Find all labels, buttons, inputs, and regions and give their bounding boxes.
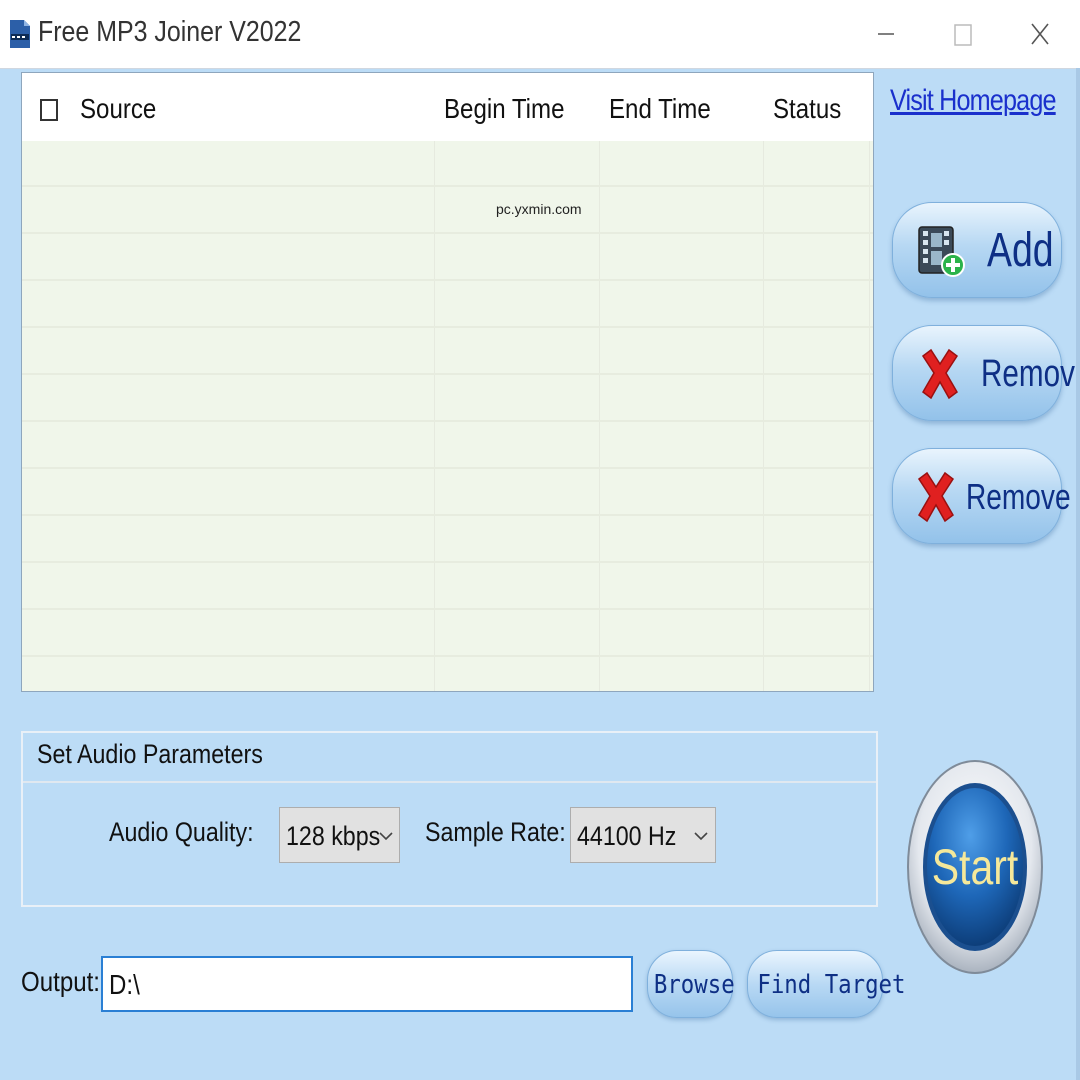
minimize-icon[interactable] [866,14,906,54]
row-line [22,185,873,187]
row-line [22,467,873,469]
column-header-end-time[interactable]: End Time [609,73,711,141]
remove-all-x-icon [917,471,955,523]
column-separator [869,73,870,691]
start-button[interactable]: Start [906,760,1044,974]
app-icon [10,20,30,48]
remove-all-button[interactable]: Remove All [892,448,1080,544]
audio-parameters-title: Set Audio Parameters [37,739,263,769]
select-all-checkbox[interactable] [40,99,58,121]
file-list[interactable]: Source Begin Time End Time Status pc.yxm… [21,72,874,692]
column-separator [763,73,764,691]
close-icon[interactable] [1020,14,1060,54]
watermark-text: pc.yxmin.com [496,201,582,217]
add-file-icon [918,226,965,277]
row-line [22,608,873,610]
sample-rate-select[interactable]: 44100 Hz [570,807,716,863]
audio-parameters-group: Set Audio Parameters Audio Quality: 128 … [21,731,878,907]
window-title: Free MP3 Joiner V2022 [38,16,302,48]
sample-rate-value: 44100 Hz [577,821,677,851]
column-separator [599,73,600,691]
title-bar: Free MP3 Joiner V2022 [0,0,1080,69]
grid-header: Source Begin Time End Time Status [22,73,873,141]
window-edge [1076,68,1080,1080]
maximize-icon[interactable] [942,14,982,54]
audio-quality-label: Audio Quality: [109,817,254,847]
row-line [22,655,873,657]
chevron-down-icon [694,832,708,841]
column-header-source[interactable]: Source [80,73,156,141]
row-line [22,279,873,281]
row-line [22,420,873,422]
chevron-down-icon [379,832,393,841]
browse-button-label: Browse [653,970,735,1000]
add-button-label: Add [987,224,1054,277]
audio-quality-select[interactable]: 128 kbps [279,807,400,863]
row-line [22,514,873,516]
row-line [22,232,873,234]
column-header-begin-time[interactable]: Begin Time [444,73,564,141]
find-target-button[interactable]: Find Target [747,950,906,1018]
remove-x-icon [921,348,959,400]
remove-button-label: Remove [981,353,1080,395]
output-path-input[interactable]: D:\ [101,956,633,1012]
audio-quality-value: 128 kbps [286,821,381,851]
group-divider [23,781,876,783]
column-separator [434,73,435,691]
row-line [22,373,873,375]
remove-all-button-label: Remove All [966,476,1080,517]
sample-rate-label: Sample Rate: [425,817,566,847]
output-label: Output: [21,966,100,997]
find-target-button-label: Find Target [757,970,906,1000]
visit-homepage-link[interactable]: Visit Homepage [890,84,1057,118]
row-line [22,326,873,328]
row-line [22,561,873,563]
column-header-status[interactable]: Status [773,73,841,141]
start-button-label: Start [931,839,1019,895]
remove-button[interactable]: Remove [892,325,1080,421]
output-path-value: D:\ [109,969,140,1000]
browse-button[interactable]: Browse [647,950,735,1018]
add-button[interactable]: Add [892,202,1062,298]
